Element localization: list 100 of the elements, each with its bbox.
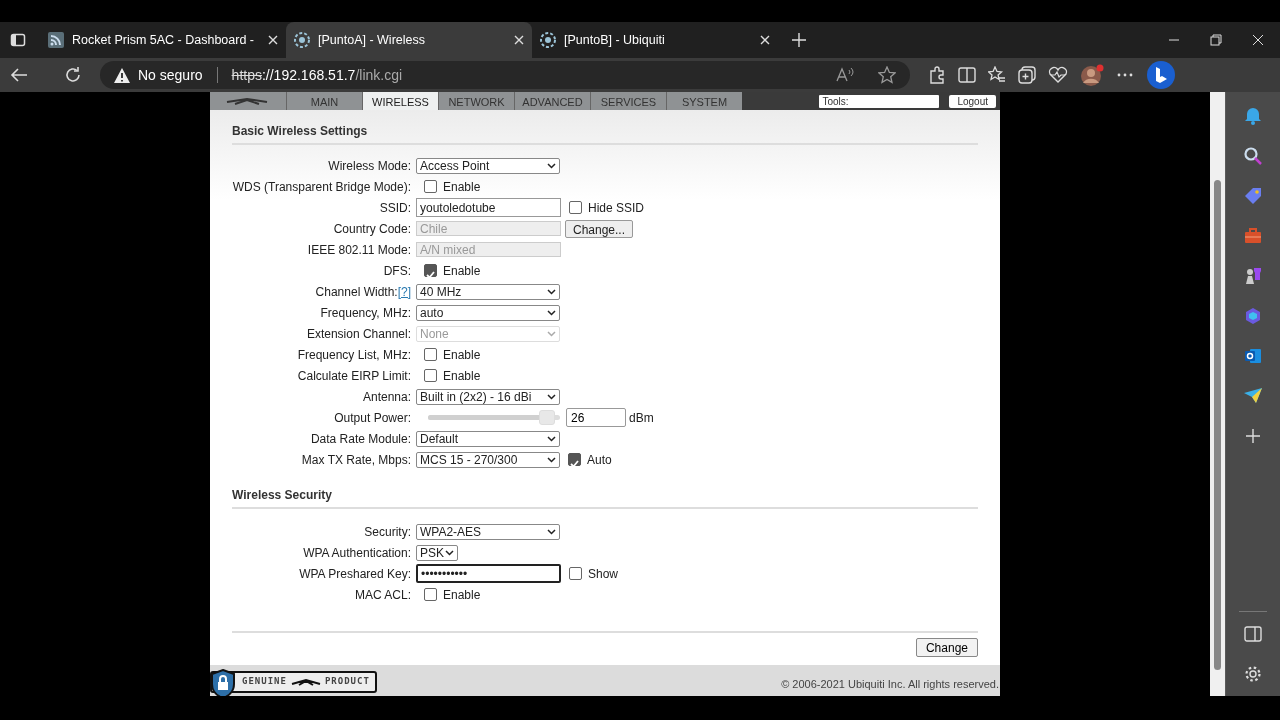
profile-avatar-icon[interactable] [1080,64,1104,86]
field-label: SSID: [378,199,412,217]
chevron-down-icon [445,549,454,556]
scrollbar[interactable] [1210,92,1225,696]
chevron-down-icon [547,162,556,169]
checkbox-label: Enable [443,346,481,364]
field-label: WPA Authentication: [302,544,412,562]
close-icon[interactable] [268,35,278,45]
puzzle-icon[interactable] [928,66,946,84]
heart-pulse-icon[interactable] [1048,66,1068,84]
password-field[interactable]: ••••••••••• [416,564,561,583]
chess-icon[interactable] [1243,266,1263,286]
checkbox[interactable] [424,588,437,601]
nav-tab[interactable]: MAIN [286,92,362,110]
tab-actions-icon [10,32,26,48]
nav-tab[interactable]: WIRELESS [362,92,438,110]
checkbox[interactable] [424,369,437,382]
section-heading: Basic Wireless Settings [232,118,978,145]
checkbox[interactable] [424,264,437,277]
field-label: Country Code: [332,220,412,238]
chevron-down-icon [547,528,556,535]
change-button[interactable]: Change... [565,219,634,238]
collections-icon[interactable] [1018,66,1036,84]
help-link[interactable]: [?] [397,282,411,301]
sidebar-panel-icon[interactable] [1244,626,1262,642]
checkbox-label: Hide SSID [588,199,645,217]
checkbox[interactable] [569,201,582,214]
checkbox-label: Show [588,565,619,583]
checkbox-label: Auto [587,451,612,469]
outlook-icon[interactable] [1243,346,1263,366]
settings-icon[interactable] [1244,665,1262,683]
nav-tab[interactable]: SERVICES [590,92,666,110]
nav-tab[interactable]: SYSTEM [666,92,742,110]
logout-button[interactable]: Logout [949,94,996,108]
bell-icon[interactable] [1243,106,1263,126]
nav-tab[interactable]: ADVANCED [514,92,590,110]
tag-icon[interactable] [1243,186,1263,206]
chevron-down-icon [547,288,556,295]
checkbox[interactable] [424,348,437,361]
checkbox-label: Enable [443,586,481,604]
field-label: IEEE 802.11 Mode: [306,241,412,259]
browser-tab[interactable]: [PuntoB] - Ubiquiti [532,22,778,58]
chevron-down-icon [547,309,556,316]
read-aloud-icon[interactable] [836,67,854,83]
power-field[interactable]: 26 [566,408,626,427]
checkbox-label: Enable [443,367,481,385]
chevron-down-icon [547,435,556,442]
back-icon[interactable] [10,67,28,83]
add-icon[interactable] [1243,426,1263,446]
field-label: Security: [363,523,412,541]
feed-icon [48,32,64,48]
dropdown[interactable]: MCS 15 - 270/300 [416,451,560,468]
checkbox-label: Enable [443,262,481,280]
dropdown[interactable]: Default [416,430,560,447]
dropdown[interactable]: 40 MHz [416,283,560,300]
close-icon[interactable] [760,35,770,45]
chevron-down-icon [547,330,556,337]
change-button[interactable]: Change [915,638,978,657]
favorites-icon[interactable] [988,66,1006,84]
close-icon[interactable] [1252,34,1264,46]
field-label: Frequency, MHz: [319,304,412,322]
field-label: MAC ACL: [354,586,412,604]
dropdown[interactable]: WPA2-AES [416,523,560,540]
tools-dropdown[interactable]: Tools: [819,94,940,108]
nav-tab[interactable]: NETWORK [438,92,514,110]
browser-tab[interactable]: Rocket Prism 5AC - Dashboard - [40,22,286,58]
field-label: Output Power: [333,409,412,427]
browser-tab[interactable]: [PuntoA] - Wireless [286,22,532,58]
dropdown[interactable]: auto [416,304,560,321]
text-field[interactable]: youtoledotube [416,198,561,217]
search-icon[interactable] [1243,146,1263,166]
dropdown[interactable]: PSK [416,544,458,561]
security-status[interactable]: No seguro [138,64,203,86]
close-icon[interactable] [514,35,524,45]
restore-icon[interactable] [1210,34,1222,46]
checkbox[interactable] [424,180,437,193]
field-label: DFS: [382,262,412,280]
field-label: Wireless Mode: [327,157,412,175]
copilot-icon[interactable] [1243,306,1263,326]
checkbox[interactable] [569,567,582,580]
toolbox-icon[interactable] [1243,226,1263,246]
slider-thumb[interactable] [538,410,555,425]
antenna-logo-icon [290,678,321,686]
field-label: Calculate EIRP Limit: [296,367,412,385]
field-label: Extension Channel: [305,325,412,343]
chevron-down-icon [547,456,556,463]
new-tab-icon[interactable] [792,33,806,47]
bing-chat-icon[interactable] [1146,60,1176,90]
unit-label: dBm [629,409,654,427]
dropdown[interactable]: Access Point [416,157,560,174]
url-text[interactable]: https://192.168.51.7/link.cgi [231,64,403,86]
star-icon[interactable] [878,66,896,84]
split-screen-icon[interactable] [958,66,976,84]
reload-icon[interactable] [64,66,82,84]
genuine-product-badge: GENUINE PRODUCT [210,671,377,693]
checkbox-label: Enable [443,178,481,196]
fan-icon [294,32,310,48]
dropdown[interactable]: Built in (2x2) - 16 dBi [416,388,560,405]
checkbox[interactable] [568,453,581,466]
copyright-text: © 2006-2021 Ubiquiti Inc. All rights reserved. [781,676,999,692]
